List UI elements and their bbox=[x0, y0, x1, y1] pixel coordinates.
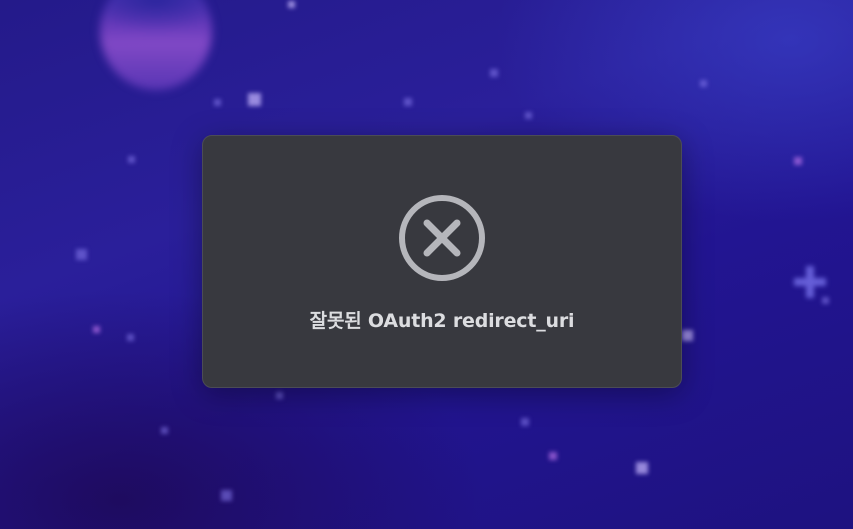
star bbox=[161, 427, 168, 434]
error-dialog: 잘못된 OAuth2 redirect_uri bbox=[202, 135, 682, 388]
star bbox=[682, 330, 693, 341]
star bbox=[490, 69, 498, 77]
star bbox=[288, 1, 295, 8]
star bbox=[128, 156, 135, 163]
star bbox=[93, 326, 100, 333]
sparkle-decoration bbox=[794, 266, 826, 298]
star bbox=[794, 157, 802, 165]
error-message: 잘못된 OAuth2 redirect_uri bbox=[309, 310, 575, 332]
star bbox=[700, 80, 707, 87]
star bbox=[127, 334, 134, 341]
star bbox=[636, 462, 648, 474]
star bbox=[276, 392, 283, 399]
star bbox=[549, 452, 557, 460]
star bbox=[404, 98, 412, 106]
star bbox=[76, 249, 87, 260]
error-circle-x-icon bbox=[399, 195, 485, 281]
star bbox=[214, 99, 221, 106]
star bbox=[521, 418, 529, 426]
star bbox=[221, 490, 232, 501]
star bbox=[248, 93, 261, 106]
star bbox=[822, 297, 829, 304]
planet-decoration bbox=[100, 0, 212, 90]
star bbox=[525, 112, 532, 119]
